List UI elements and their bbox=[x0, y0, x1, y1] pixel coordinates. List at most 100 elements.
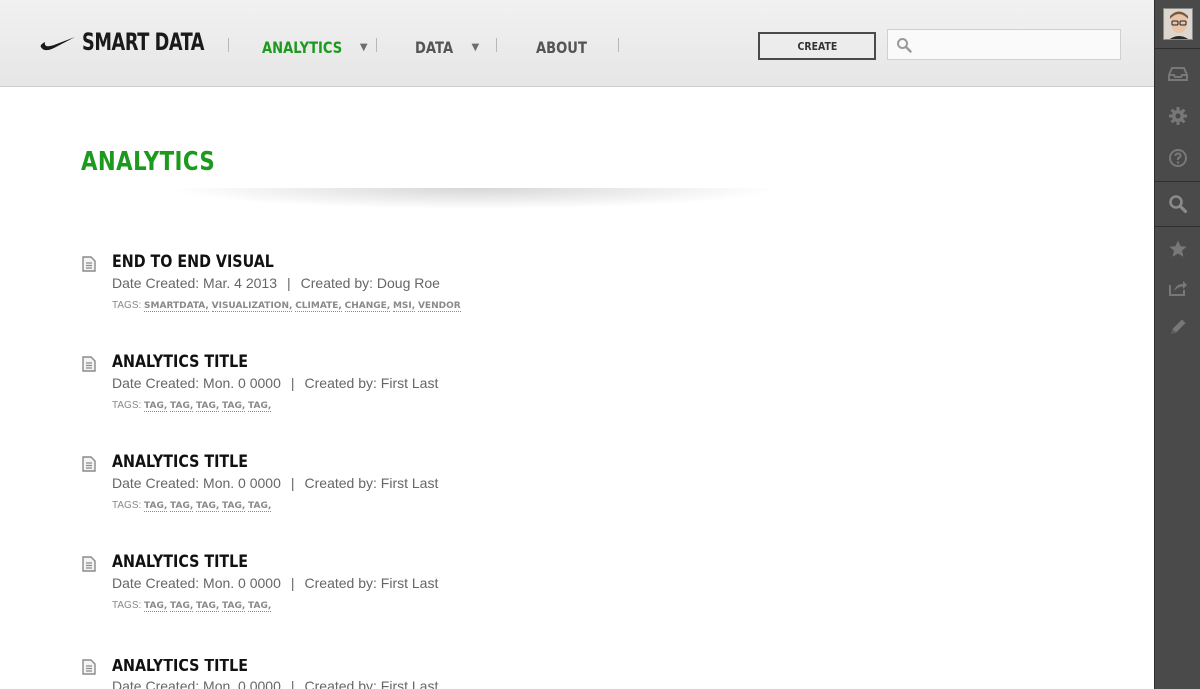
create-button-label: CREATE bbox=[797, 39, 837, 53]
rail-search-button[interactable] bbox=[1155, 184, 1200, 224]
tag-link[interactable]: TAG, bbox=[196, 601, 220, 612]
user-photo-icon bbox=[1164, 9, 1192, 39]
nav-divider bbox=[376, 38, 377, 52]
nav-about[interactable]: ABOUT bbox=[536, 36, 598, 58]
rail-divider bbox=[1155, 181, 1200, 182]
document-icon bbox=[82, 456, 96, 472]
document-icon bbox=[82, 556, 96, 572]
created-by: Created by: First Last bbox=[304, 475, 439, 491]
nav-analytics[interactable]: ANALYTICS ▼ bbox=[262, 36, 368, 58]
tag-link[interactable]: CHANGE, bbox=[344, 301, 391, 312]
tag-link[interactable]: TAG, bbox=[144, 601, 168, 612]
tag-link[interactable]: TAG, bbox=[196, 401, 220, 412]
tags-label: TAGS: bbox=[112, 300, 142, 311]
nav-data-label: DATA bbox=[415, 37, 454, 57]
inbox-icon bbox=[1168, 67, 1188, 81]
tag-link[interactable]: TAG, bbox=[222, 601, 246, 612]
meta-separator: | bbox=[290, 375, 295, 391]
tag-link[interactable]: TAG, bbox=[170, 601, 194, 612]
nav-analytics-label: ANALYTICS bbox=[262, 37, 343, 57]
tag-link[interactable]: TAG, bbox=[170, 501, 194, 512]
date-created: Date Created: Mon. 0 0000 bbox=[112, 375, 281, 391]
meta-separator: | bbox=[290, 678, 295, 689]
share-icon bbox=[1169, 281, 1187, 296]
analytics-list-item: ANALYTICS TITLE Date Created: Mon. 0 000… bbox=[80, 659, 880, 689]
tag-list: TAGS: TAG, TAG, TAG, TAG, TAG, bbox=[112, 600, 272, 612]
nav-divider bbox=[228, 38, 229, 52]
item-meta: Date Created: Mon. 0 0000 | Created by: Fi… bbox=[112, 575, 438, 591]
analytics-list-item: ANALYTICS TITLE Date Created: Mon. 0 000… bbox=[80, 552, 880, 626]
meta-separator: | bbox=[290, 475, 295, 491]
tags-label: TAGS: bbox=[112, 600, 142, 611]
pencil-icon bbox=[1171, 319, 1186, 334]
tag-link[interactable]: TAG, bbox=[144, 401, 168, 412]
nav-about-label: ABOUT bbox=[536, 37, 587, 57]
tag-link[interactable]: TAG, bbox=[248, 501, 272, 512]
item-title-link[interactable]: ANALYTICS TITLE bbox=[112, 352, 248, 372]
tag-link[interactable]: TAG, bbox=[144, 501, 168, 512]
avatar[interactable] bbox=[1163, 8, 1193, 40]
create-button[interactable]: CREATE bbox=[758, 32, 876, 60]
meta-separator: | bbox=[290, 575, 295, 591]
document-icon bbox=[82, 256, 96, 272]
nav-divider bbox=[618, 38, 619, 52]
date-created: Date Created: Mon. 0 0000 bbox=[112, 678, 281, 689]
settings-button[interactable] bbox=[1155, 96, 1200, 136]
created-by: Created by: First Last bbox=[304, 678, 439, 689]
tags-label: TAGS: bbox=[112, 400, 142, 411]
date-created: Date Created: Mon. 0 0000 bbox=[112, 475, 281, 491]
item-title-link[interactable]: ANALYTICS TITLE bbox=[112, 552, 248, 572]
rail-divider bbox=[1155, 48, 1200, 49]
tag-link[interactable]: TAG, bbox=[170, 401, 194, 412]
analytics-list-item: ANALYTICS TITLE Date Created: Mon. 0 000… bbox=[80, 452, 880, 526]
swoosh-logo-icon[interactable] bbox=[40, 35, 76, 53]
created-by: Created by: First Last bbox=[304, 575, 439, 591]
search-input[interactable] bbox=[918, 34, 1114, 56]
search-icon bbox=[1169, 195, 1188, 214]
share-button[interactable] bbox=[1155, 268, 1200, 308]
tag-link[interactable]: SMARTDATA, bbox=[144, 301, 209, 312]
date-created: Date Created: Mar. 4 2013 bbox=[112, 275, 277, 291]
top-header: SMART DATA ANALYTICS ▼ DATA ▼ ABOUT CREA… bbox=[0, 0, 1154, 87]
search-box[interactable] bbox=[887, 29, 1121, 60]
help-icon bbox=[1169, 149, 1187, 167]
help-button[interactable] bbox=[1155, 138, 1200, 178]
search-icon bbox=[897, 38, 912, 53]
nav-data[interactable]: DATA ▼ bbox=[415, 36, 479, 58]
tag-link[interactable]: MSI, bbox=[392, 301, 416, 312]
title-divider-shadow bbox=[80, 188, 870, 218]
tag-link[interactable]: VENDOR bbox=[417, 301, 461, 312]
item-meta: Date Created: Mar. 4 2013 | Created by: Do… bbox=[112, 275, 440, 291]
favorites-button[interactable] bbox=[1155, 229, 1200, 269]
tag-link[interactable]: TAG, bbox=[248, 401, 272, 412]
document-icon bbox=[82, 356, 96, 372]
chevron-down-icon: ▼ bbox=[471, 41, 480, 53]
item-meta: Date Created: Mon. 0 0000 | Created by: Fi… bbox=[112, 475, 438, 491]
tags-label: TAGS: bbox=[112, 500, 142, 511]
tag-link[interactable]: TAG, bbox=[222, 501, 246, 512]
tag-list: TAGS: TAG, TAG, TAG, TAG, TAG, bbox=[112, 500, 272, 512]
date-created: Date Created: Mon. 0 0000 bbox=[112, 575, 281, 591]
tag-link[interactable]: TAG, bbox=[248, 601, 272, 612]
right-toolbar bbox=[1154, 0, 1200, 689]
page-title: ANALYTICS bbox=[81, 147, 216, 177]
chevron-down-icon: ▼ bbox=[359, 41, 368, 53]
created-by: Created by: Doug Roe bbox=[300, 275, 440, 291]
item-title-link[interactable]: END TO END VISUAL bbox=[112, 252, 274, 272]
brand-name[interactable]: SMART DATA bbox=[82, 28, 205, 56]
inbox-button[interactable] bbox=[1155, 54, 1200, 94]
document-icon bbox=[82, 659, 96, 675]
edit-button[interactable] bbox=[1155, 307, 1200, 347]
item-meta: Date Created: Mon. 0 0000 | Created by: Fi… bbox=[112, 678, 438, 689]
item-title-link[interactable]: ANALYTICS TITLE bbox=[112, 659, 248, 676]
tag-link[interactable]: TAG, bbox=[222, 401, 246, 412]
rail-divider bbox=[1155, 226, 1200, 227]
tag-link[interactable]: VISUALIZATION, bbox=[211, 301, 293, 312]
tag-link[interactable]: TAG, bbox=[196, 501, 220, 512]
star-icon bbox=[1169, 240, 1187, 257]
tag-link[interactable]: CLIMATE, bbox=[295, 301, 342, 312]
analytics-list-item: ANALYTICS TITLE Date Created: Mon. 0 000… bbox=[80, 352, 880, 426]
item-title-link[interactable]: ANALYTICS TITLE bbox=[112, 452, 248, 472]
gear-icon bbox=[1169, 107, 1187, 125]
nav-divider bbox=[496, 38, 497, 52]
